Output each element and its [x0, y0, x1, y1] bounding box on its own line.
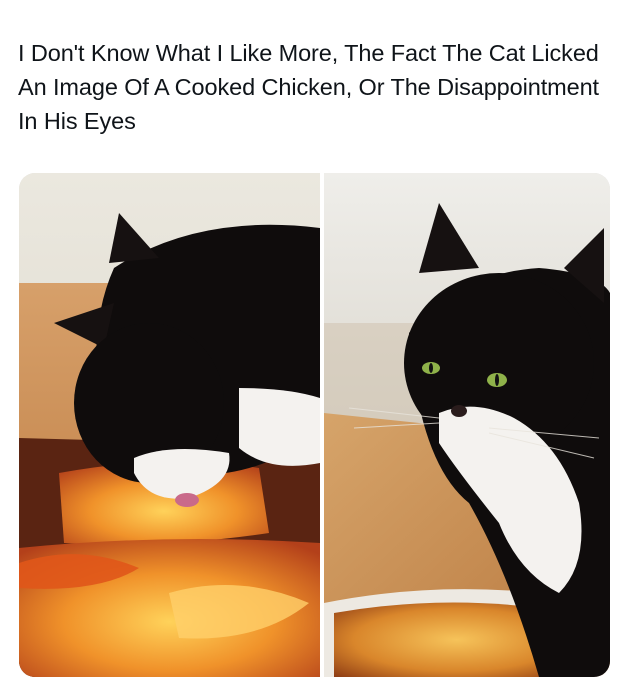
- right-panel-cat-disappointed: [324, 173, 610, 677]
- left-panel-cat-licking: [19, 173, 320, 677]
- meme-photo[interactable]: [19, 173, 610, 677]
- post-caption: I Don't Know What I Like More, The Fact …: [18, 40, 599, 134]
